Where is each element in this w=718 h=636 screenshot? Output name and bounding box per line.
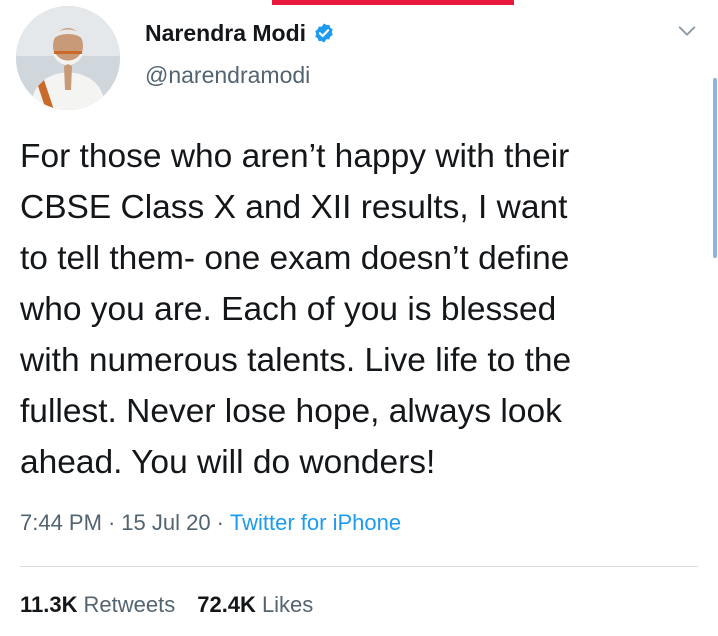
tweet-time: 7:44 PM	[20, 510, 102, 535]
avatar[interactable]	[16, 6, 120, 110]
tweet-date: 15 Jul 20	[121, 510, 211, 535]
profile-photo-icon	[16, 6, 120, 110]
author-name-row: Narendra Modi	[145, 18, 335, 48]
tweet-source-link[interactable]: Twitter for iPhone	[230, 510, 401, 536]
retweets-label: Retweets	[83, 592, 176, 617]
likes-label: Likes	[261, 592, 314, 617]
meta-separator: ·	[107, 510, 116, 535]
tweet-stats: 11.3K Retweets 72.4K Likes	[20, 592, 313, 618]
scroll-indicator[interactable]	[713, 78, 717, 258]
meta-separator: ·	[216, 510, 224, 535]
tweet-meta: 7:44 PM · 15 Jul 20 · Twitter for iPhone	[20, 510, 401, 536]
chevron-down-icon[interactable]	[676, 20, 698, 42]
retweets-count: 11.3K	[20, 592, 78, 617]
verified-badge-icon	[315, 23, 333, 43]
author-handle[interactable]: @narendramodi	[145, 62, 310, 89]
author-display-name[interactable]: Narendra Modi	[145, 20, 306, 47]
divider	[20, 566, 698, 567]
tweet-text: For those who aren’t happy with their CB…	[20, 138, 572, 481]
likes-count: 72.4K	[197, 592, 256, 617]
likes-stat[interactable]: 72.4K Likes	[197, 592, 313, 618]
top-red-strip	[272, 0, 514, 5]
retweets-stat[interactable]: 11.3K Retweets	[20, 592, 175, 618]
